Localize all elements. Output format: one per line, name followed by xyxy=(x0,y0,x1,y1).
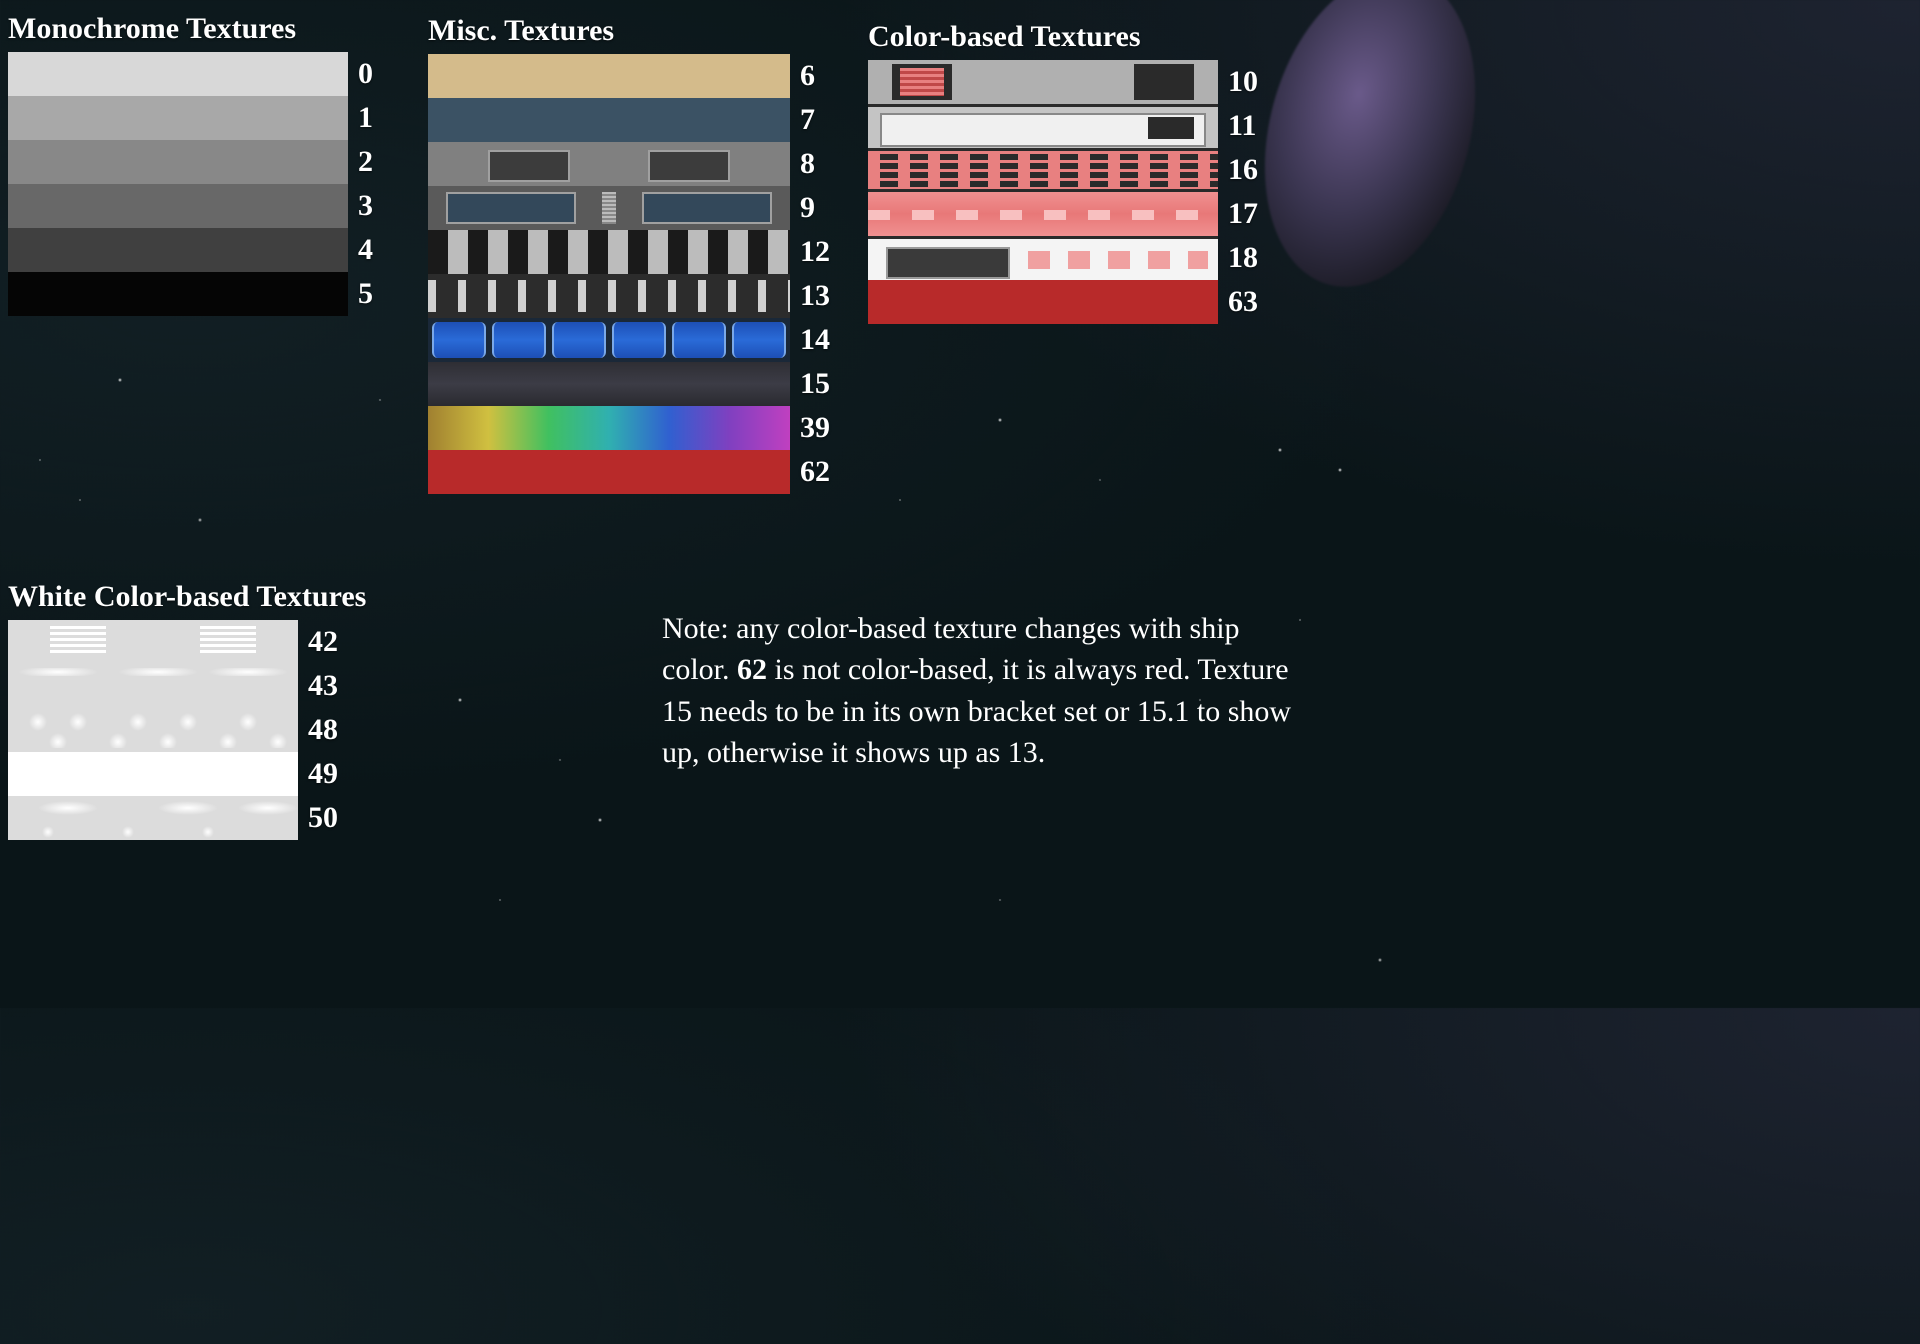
texture-swatch-12 xyxy=(428,230,790,274)
texture-swatch-3 xyxy=(8,184,348,228)
texture-id: 6 xyxy=(800,59,840,93)
texture-id: 14 xyxy=(800,323,840,357)
texture-id: 12 xyxy=(800,235,840,269)
texture-id: 9 xyxy=(800,191,840,225)
white-color-based-textures-section: White Color-based Textures 42 43 48 49 5… xyxy=(8,580,366,840)
texture-swatch-1 xyxy=(8,96,348,140)
texture-id: 16 xyxy=(1228,153,1268,187)
texture-id: 48 xyxy=(308,713,348,747)
section-title: Misc. Textures xyxy=(428,14,840,48)
texture-swatch-49 xyxy=(8,752,298,796)
texture-swatch-39 xyxy=(428,406,790,450)
texture-id: 13 xyxy=(800,279,840,313)
texture-id: 17 xyxy=(1228,197,1268,231)
texture-id: 11 xyxy=(1228,109,1268,143)
texture-id: 18 xyxy=(1228,241,1268,275)
texture-swatch-10 xyxy=(868,60,1218,104)
texture-id: 8 xyxy=(800,147,840,181)
misc-textures-section: Misc. Textures 6 7 8 9 12 13 14 15 39 62 xyxy=(428,14,840,494)
texture-id: 7 xyxy=(800,103,840,137)
texture-id: 3 xyxy=(358,189,398,223)
texture-swatch-5 xyxy=(8,272,348,316)
texture-swatch-6 xyxy=(428,54,790,98)
texture-id: 15 xyxy=(800,367,840,401)
section-title: Color-based Textures xyxy=(868,20,1268,54)
texture-swatch-48 xyxy=(8,708,298,752)
texture-swatch-9 xyxy=(428,186,790,230)
texture-id: 50 xyxy=(308,801,348,835)
texture-swatch-18 xyxy=(868,236,1218,280)
texture-swatch-8 xyxy=(428,142,790,186)
monochrome-textures-section: Monochrome Textures 0 1 2 3 4 5 xyxy=(8,12,398,316)
texture-swatch-16 xyxy=(868,148,1218,192)
texture-swatch-62 xyxy=(428,450,790,494)
note-bold-62: 62 xyxy=(737,653,767,686)
texture-swatch-11 xyxy=(868,104,1218,148)
texture-swatch-0 xyxy=(8,52,348,96)
texture-swatch-43 xyxy=(8,664,298,708)
section-title: Monochrome Textures xyxy=(8,12,398,46)
texture-swatch-4 xyxy=(8,228,348,272)
texture-id: 2 xyxy=(358,145,398,179)
texture-swatch-13 xyxy=(428,274,790,318)
texture-id: 43 xyxy=(308,669,348,703)
texture-id: 0 xyxy=(358,57,398,91)
texture-swatch-17 xyxy=(868,192,1218,236)
texture-id: 49 xyxy=(308,757,348,791)
texture-swatch-2 xyxy=(8,140,348,184)
texture-swatch-42 xyxy=(8,620,298,664)
texture-id: 10 xyxy=(1228,65,1268,99)
color-based-textures-section: Color-based Textures 10 11 16 17 18 63 xyxy=(868,20,1268,324)
note-text: Note: any color-based texture changes wi… xyxy=(662,608,1302,774)
texture-id: 42 xyxy=(308,625,348,659)
texture-swatch-14 xyxy=(428,318,790,362)
texture-id: 39 xyxy=(800,411,840,445)
texture-id: 1 xyxy=(358,101,398,135)
texture-swatch-15 xyxy=(428,362,790,406)
texture-id: 4 xyxy=(358,233,398,267)
texture-id: 62 xyxy=(800,455,840,489)
texture-swatch-63 xyxy=(868,280,1218,324)
section-title: White Color-based Textures xyxy=(8,580,366,614)
texture-swatch-50 xyxy=(8,796,298,840)
texture-swatch-7 xyxy=(428,98,790,142)
texture-id: 5 xyxy=(358,277,398,311)
texture-id: 63 xyxy=(1228,285,1268,319)
